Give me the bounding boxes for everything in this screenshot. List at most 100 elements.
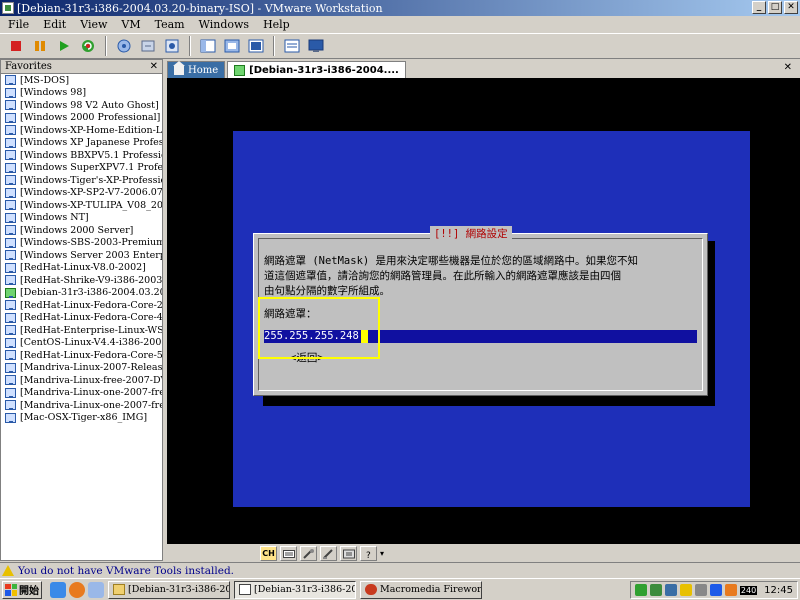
vm-console[interactable]: [!!] 網路設定 網路遮罩 (NetMask) 是用來決定哪些機器是位於您的區…: [167, 78, 800, 544]
tab-vm[interactable]: [Debian-31r3-i386-2004....: [227, 61, 406, 78]
menu-vm[interactable]: VM: [121, 18, 140, 31]
wrench-icon: [302, 548, 314, 559]
favorite-item[interactable]: [Mac-OSX-Tiger-x86_IMG]: [1, 412, 162, 425]
tray-icon-alert[interactable]: [679, 584, 692, 596]
full-screen-button[interactable]: [246, 36, 266, 56]
favorite-item[interactable]: [Windows 2000 Server]: [1, 224, 162, 237]
favorite-item[interactable]: [Windows SuperXPV7.1 Professional]: [1, 162, 162, 175]
input-method-button[interactable]: CH: [260, 546, 277, 561]
tray-icon-network[interactable]: [664, 584, 677, 596]
favorite-item[interactable]: [Mandriva-Linux-2007-Release-Eng-C: [1, 362, 162, 375]
favorite-item[interactable]: [Windows NT]: [1, 212, 162, 225]
console-view-button[interactable]: [306, 36, 326, 56]
cd-rom-button[interactable]: [300, 546, 317, 561]
quick-switch-button[interactable]: [222, 36, 242, 56]
favorite-item[interactable]: [Windows Server 2003 Enterprise Edit: [1, 249, 162, 262]
clock[interactable]: 12:45: [764, 585, 793, 596]
device-toolbar-more-icon[interactable]: ▾: [380, 549, 384, 558]
menu-view[interactable]: View: [80, 18, 107, 31]
keyboard-button[interactable]: [280, 546, 297, 561]
power-off-button[interactable]: [6, 36, 26, 56]
favorite-item[interactable]: [Windows-XP-SP2-V7-2006.07.14_IS: [1, 187, 162, 200]
menu-windows[interactable]: Windows: [199, 18, 249, 31]
tray-icon-green[interactable]: [634, 584, 647, 596]
power-on-button[interactable]: [54, 36, 74, 56]
maximize-button[interactable]: □: [768, 1, 782, 14]
menu-edit[interactable]: Edit: [43, 18, 66, 31]
close-button[interactable]: ✕: [784, 1, 798, 14]
favorite-item[interactable]: [Windows 98 V2 Auto Ghost]: [1, 99, 162, 112]
internet-explorer-icon[interactable]: [50, 581, 66, 598]
favorite-item[interactable]: [Windows-SBS-2003-Premium]: [1, 237, 162, 250]
home-icon: [173, 60, 185, 75]
tray-icon-blue[interactable]: [709, 584, 722, 596]
vm-device-toolbar: CH ? ▾: [260, 545, 384, 562]
snapshot-icon: [117, 39, 131, 53]
snapshot-button[interactable]: [114, 36, 134, 56]
taskbar-item-folder[interactable]: [Debian-31r3-i386-2004....: [108, 580, 230, 599]
taskbar-item-vmware[interactable]: [Debian-31r3-i386-2004....: [234, 580, 356, 599]
volume-icon[interactable]: [694, 584, 707, 596]
tab-bar: Home [Debian-31r3-i386-2004.... ✕: [167, 60, 800, 78]
favorite-item[interactable]: [RedHat-Linux-Fedora-Core-4-2005]: [1, 312, 162, 325]
sidebar-toggle-button[interactable]: [198, 36, 218, 56]
vm-icon: [5, 137, 16, 148]
revert-snapshot-button[interactable]: [138, 36, 158, 56]
tray-badge[interactable]: 240: [739, 585, 758, 595]
tab-close-button[interactable]: ✕: [784, 62, 792, 73]
window-title: [Debian-31r3-i386-2004.03.20-binary-ISO]…: [17, 1, 383, 15]
edit-settings-button[interactable]: [320, 546, 337, 561]
favorite-item[interactable]: [Windows-XP-Home-Edition-LEO]: [1, 124, 162, 137]
sidebar-icon: [200, 39, 216, 53]
toolbar-separator: [189, 36, 191, 56]
toolbar-separator: [273, 36, 275, 56]
help-button[interactable]: ?: [360, 546, 377, 561]
reset-button[interactable]: [78, 36, 98, 56]
vm-running-icon: [5, 287, 16, 298]
favorite-item[interactable]: [Windows BBXPV5.1 Professional]: [1, 149, 162, 162]
network-button[interactable]: [340, 546, 357, 561]
browser-icon[interactable]: [69, 581, 85, 598]
snapshot-manager-button[interactable]: [162, 36, 182, 56]
tray-icon-star[interactable]: [724, 584, 737, 596]
favorite-item[interactable]: [RedHat-Shrike-V9-i386-2003.03.14-: [1, 274, 162, 287]
vm-icon: [5, 400, 16, 411]
menu-file[interactable]: File: [8, 18, 29, 31]
favorites-title: Favorites: [5, 61, 52, 72]
tray-icon-shield[interactable]: [649, 584, 662, 596]
favorite-item[interactable]: [CentOS-Linux-V4.4-i386-2005-bin1-: [1, 337, 162, 350]
favorite-item-running[interactable]: [Debian-31r3-i386-2004.03.20-binary: [1, 286, 162, 299]
favorite-item[interactable]: [Mandriva-Linux-one-2007-free-Gnor: [1, 387, 162, 400]
summary-view-button[interactable]: [282, 36, 302, 56]
favorite-item[interactable]: [RedHat-Linux-Fedora-Core-5-2006-i: [1, 349, 162, 362]
favorite-item[interactable]: [RedHat-Linux-Fedora-Core-2-2004]: [1, 299, 162, 312]
favorite-item[interactable]: [Mandriva-Linux-free-2007-DVD]: [1, 374, 162, 387]
vm-icon: [5, 262, 16, 273]
favorite-item[interactable]: [Windows XP Japanese Professional]: [1, 137, 162, 150]
favorite-item[interactable]: [MS-DOS]: [1, 74, 162, 87]
suspend-button[interactable]: [30, 36, 50, 56]
vm-icon: [5, 162, 16, 173]
folder-icon: [113, 584, 125, 595]
favorite-item[interactable]: [Mandriva-Linux-one-2007-free-KDE: [1, 399, 162, 412]
minimize-button[interactable]: _: [752, 1, 766, 14]
favorites-close-button[interactable]: ✕: [150, 61, 158, 72]
favorite-item[interactable]: [Windows-Tiger's-XP-Professional-20: [1, 174, 162, 187]
vm-icon: [5, 250, 16, 261]
svg-text:?: ?: [366, 551, 371, 559]
tab-home[interactable]: Home: [167, 60, 226, 78]
windows-logo-icon: [5, 583, 17, 596]
pause-icon: [35, 41, 45, 51]
explorer-icon[interactable]: [88, 581, 104, 598]
favorite-item[interactable]: [RedHat-Linux-V8.0-2002]: [1, 262, 162, 275]
start-button[interactable]: 開始: [2, 580, 42, 599]
favorite-item[interactable]: [RedHat-Enterprise-Linux-WS-V4.0-2: [1, 324, 162, 337]
taskbar-item-fireworks[interactable]: Macromedia Fireworks M...: [360, 580, 482, 599]
favorite-item[interactable]: [Windows-XP-TULIPA_V08_2006.08: [1, 199, 162, 212]
toolbar-separator: [105, 36, 107, 56]
favorites-list: [MS-DOS] [Windows 98] [Windows 98 V2 Aut…: [1, 74, 162, 424]
menu-team[interactable]: Team: [155, 18, 185, 31]
favorite-item[interactable]: [Windows 2000 Professional]: [1, 112, 162, 125]
menu-help[interactable]: Help: [263, 18, 290, 31]
favorite-item[interactable]: [Windows 98]: [1, 87, 162, 100]
